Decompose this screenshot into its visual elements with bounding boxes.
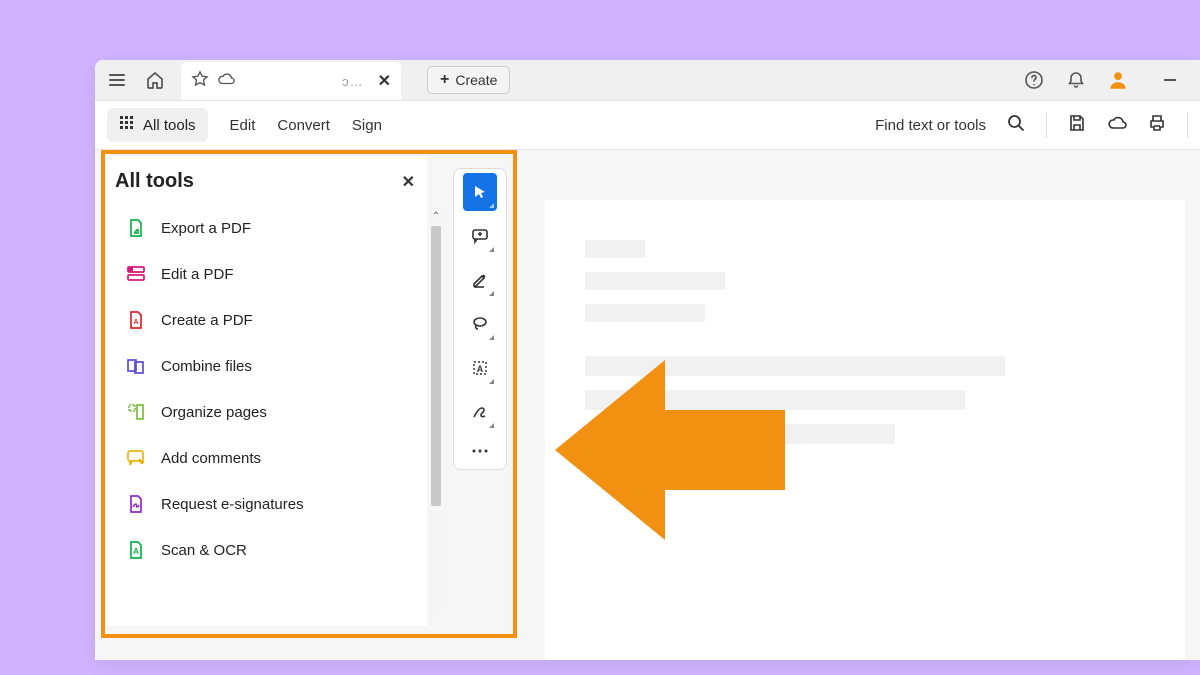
tool-item-label: Combine files: [161, 358, 252, 375]
text-select-tool[interactable]: A: [463, 349, 497, 387]
placeholder-line: [585, 272, 725, 290]
organize-pages-icon: [125, 401, 147, 423]
tool-item-scan-ocr[interactable]: A Scan & OCR: [107, 527, 427, 573]
tool-item-label: Edit a PDF: [161, 266, 234, 283]
highlight-tool[interactable]: [463, 261, 497, 299]
cloud-sync-icon[interactable]: [1107, 113, 1127, 138]
document-tab[interactable]: ɔ… ✕: [181, 62, 401, 100]
scroll-thumb[interactable]: [431, 226, 441, 506]
close-panel-icon[interactable]: ✕: [402, 172, 415, 192]
search-icon[interactable]: [1006, 113, 1026, 138]
request-esign-icon: [125, 493, 147, 515]
tool-item-label: Organize pages: [161, 404, 267, 421]
bell-icon[interactable]: [1064, 68, 1088, 92]
save-icon[interactable]: [1067, 113, 1087, 138]
home-icon[interactable]: [143, 68, 167, 92]
star-icon[interactable]: [191, 70, 209, 93]
edit-pdf-icon: [125, 263, 147, 285]
placeholder-line: [585, 240, 645, 258]
minimize-icon[interactable]: [1158, 68, 1182, 92]
tool-item-label: Add comments: [161, 450, 261, 467]
svg-text:A: A: [477, 364, 484, 374]
all-tools-label: All tools: [143, 117, 196, 134]
svg-text:A: A: [133, 319, 138, 326]
cloud-icon: [217, 70, 235, 93]
divider: [1187, 112, 1188, 138]
select-tool[interactable]: [463, 173, 497, 211]
print-icon[interactable]: [1147, 113, 1167, 138]
placeholder-line: [585, 390, 965, 410]
plus-icon: +: [440, 71, 449, 89]
scan-ocr-icon: A: [125, 539, 147, 561]
menu-convert[interactable]: Convert: [277, 117, 330, 134]
main-toolbar: All tools Edit Convert Sign Find text or…: [95, 101, 1200, 150]
comment-tool[interactable]: [463, 217, 497, 255]
create-pdf-icon: A: [125, 309, 147, 331]
menu-sign[interactable]: Sign: [352, 117, 382, 134]
lasso-tool[interactable]: [463, 305, 497, 343]
combine-files-icon: [125, 355, 147, 377]
export-pdf-icon: [125, 217, 147, 239]
tool-item-create-pdf[interactable]: A Create a PDF: [107, 297, 427, 343]
search-label[interactable]: Find text or tools: [875, 117, 986, 134]
titlebar: ɔ… ✕ + Create: [95, 60, 1200, 101]
svg-text:A: A: [133, 547, 139, 556]
tool-item-organize-pages[interactable]: Organize pages: [107, 389, 427, 435]
tool-item-label: Export a PDF: [161, 220, 251, 237]
placeholder-line: [585, 304, 705, 322]
account-icon[interactable]: [1106, 68, 1130, 92]
grid-icon: [119, 115, 135, 135]
more-tools[interactable]: [463, 437, 497, 465]
app-window: ɔ… ✕ + Create Al: [95, 60, 1200, 660]
all-tools-panel: All tools ✕ Export a PDF Edit a PDF A Creat…: [107, 156, 427, 626]
tool-item-label: Scan & OCR: [161, 542, 247, 559]
tool-item-edit-pdf[interactable]: Edit a PDF: [107, 251, 427, 297]
draw-tool[interactable]: [463, 393, 497, 431]
panel-scrollbar[interactable]: ⌃: [429, 210, 443, 610]
add-comments-icon: [125, 447, 147, 469]
create-button[interactable]: + Create: [427, 66, 510, 94]
divider: [1046, 112, 1047, 138]
titlebar-right-icons: [1022, 68, 1182, 92]
tab-title: ɔ…: [243, 74, 370, 89]
document-page: [545, 200, 1185, 660]
content-area: All tools ✕ Export a PDF Edit a PDF A Creat…: [95, 150, 1200, 660]
tool-item-request-esign[interactable]: Request e-signatures: [107, 481, 427, 527]
help-icon[interactable]: [1022, 68, 1046, 92]
quick-toolbar: A: [453, 168, 507, 470]
scroll-up-icon[interactable]: ⌃: [429, 210, 443, 224]
tool-item-label: Request e-signatures: [161, 496, 304, 513]
all-tools-button[interactable]: All tools: [107, 108, 208, 142]
create-label: Create: [455, 72, 497, 88]
placeholder-line: [585, 424, 895, 444]
tool-item-label: Create a PDF: [161, 312, 253, 329]
placeholder-line: [585, 356, 1005, 376]
hamburger-menu-icon[interactable]: [105, 68, 129, 92]
tool-item-add-comments[interactable]: Add comments: [107, 435, 427, 481]
panel-title: All tools: [115, 170, 194, 193]
close-tab-icon[interactable]: ✕: [378, 71, 391, 91]
tool-item-combine-files[interactable]: Combine files: [107, 343, 427, 389]
tool-item-export-pdf[interactable]: Export a PDF: [107, 205, 427, 251]
menu-edit[interactable]: Edit: [230, 117, 256, 134]
